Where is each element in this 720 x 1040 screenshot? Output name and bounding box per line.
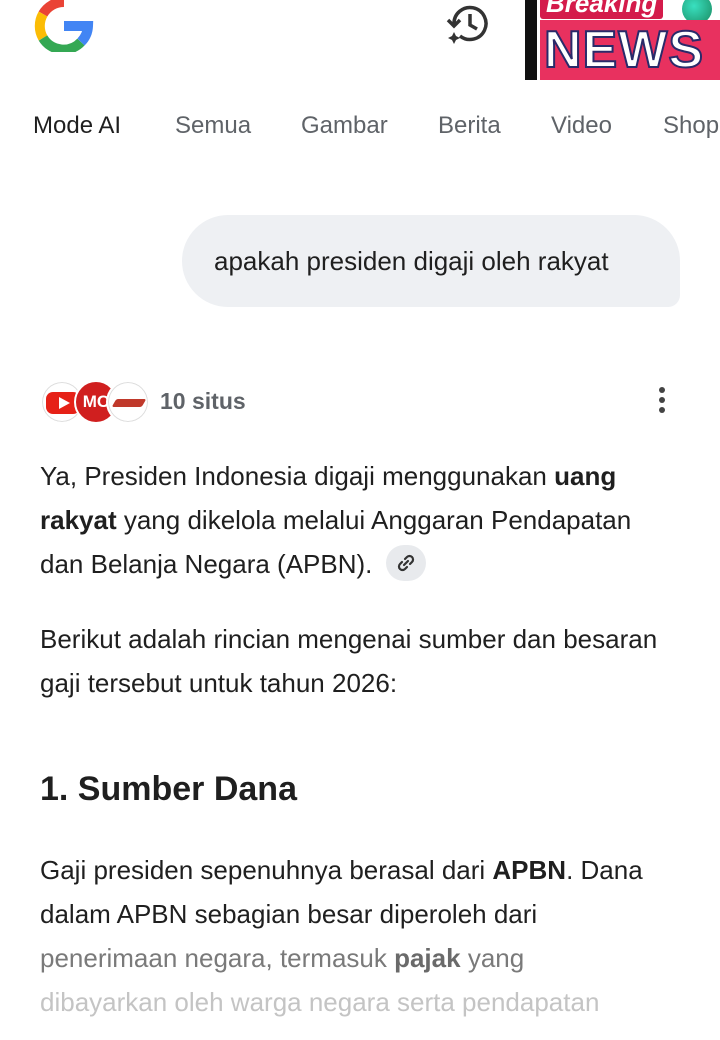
citation-link-chip[interactable]: [385, 545, 426, 582]
tab-berita[interactable]: Berita: [438, 112, 501, 140]
p3-text-g: dibayarkan oleh warga negara serta penda…: [40, 987, 600, 1017]
history-icon[interactable]: [444, 0, 492, 48]
answer-paragraph-1: Ya, Presiden Indonesia digaji menggunaka…: [40, 454, 680, 586]
section-heading: 1. Sumber Dana: [40, 770, 297, 808]
tab-gambar[interactable]: Gambar: [301, 112, 388, 140]
more-options-icon[interactable]: [652, 382, 672, 422]
p3-bold-pajak: pajak: [394, 943, 461, 973]
link-icon: [397, 555, 414, 572]
tab-semua[interactable]: Semua: [175, 112, 251, 140]
google-logo[interactable]: [33, 0, 95, 52]
answer-paragraph-2: Berikut adalah rincian mengenai sumber d…: [40, 624, 658, 698]
p3-text-f: yang: [460, 943, 525, 973]
user-query-bubble: apakah presiden digaji oleh rakyat: [182, 215, 680, 307]
p3-bold-apbn: APBN: [492, 855, 567, 885]
sources-count[interactable]: 10 situs: [160, 388, 246, 415]
p3-text-a: Gaji presiden sepenuhnya berasal dari: [40, 855, 493, 885]
p1-text-after: yang dikelola melalui Anggaran Pendapata…: [40, 505, 632, 579]
news-label: NEWS: [540, 20, 720, 80]
sources-row[interactable]: MC 10 situs: [40, 380, 680, 424]
breaking-label: Breaking: [540, 0, 664, 19]
p1-text: Ya, Presiden Indonesia digaji menggunaka…: [40, 461, 555, 491]
tab-video[interactable]: Video: [551, 112, 612, 140]
breaking-news-image[interactable]: Breaking NEWS: [522, 0, 720, 82]
search-tabs: Mode AI Semua Gambar Berita Video Shop: [0, 100, 720, 150]
tab-shop[interactable]: Shop: [663, 112, 719, 140]
p3-text-d: penerimaan negara, termasuk: [40, 943, 395, 973]
tab-mode-ai[interactable]: Mode AI: [33, 112, 121, 140]
top-bar: Breaking NEWS: [0, 0, 720, 90]
arrow-logo-icon: [106, 380, 150, 424]
answer-paragraph-3: Gaji presiden sepenuhnya berasal dari AP…: [40, 848, 680, 1024]
source-icons[interactable]: MC: [40, 380, 150, 424]
p3-line-3: penerimaan negara, termasuk pajak yang: [40, 943, 524, 973]
badge-bar: [525, 0, 537, 80]
